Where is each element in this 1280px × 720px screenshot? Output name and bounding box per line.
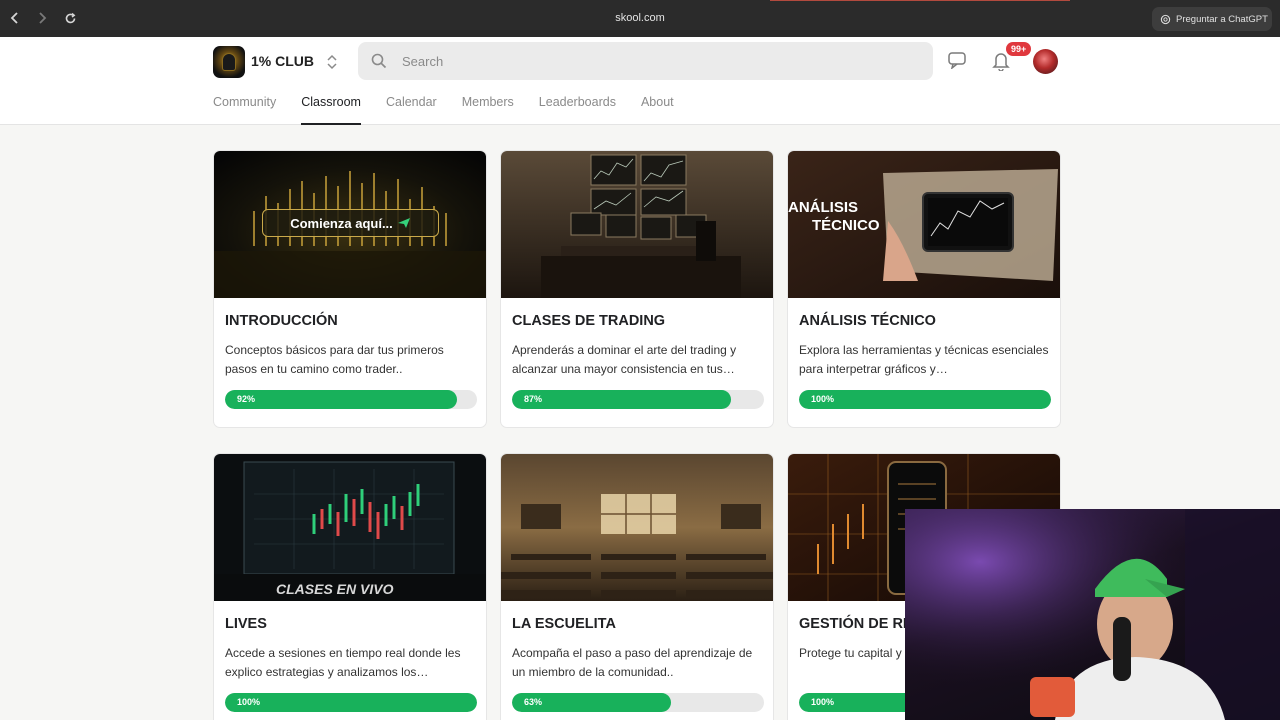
course-thumbnail — [501, 454, 773, 601]
course-title: ANÁLISIS TÉCNICO — [799, 313, 936, 329]
comienza-aqui-text: Comienza aquí... — [290, 215, 393, 231]
course-title: INTRODUCCIÓN — [225, 313, 338, 329]
comienza-aqui-banner: Comienza aquí... — [262, 209, 439, 237]
progress-fill — [799, 390, 1051, 409]
chatgpt-icon — [1160, 14, 1171, 24]
reload-icon[interactable] — [61, 9, 79, 27]
course-card-la-escuelita[interactable]: LA ESCUELITA Acompaña el paso a paso del… — [500, 453, 774, 720]
course-thumbnail — [501, 151, 773, 298]
ask-chatgpt-button[interactable]: Preguntar a ChatGPT — [1152, 7, 1272, 31]
course-description: Aprenderás a dominar el arte del trading… — [512, 343, 737, 376]
course-description: Acompaña el paso a paso del aprendizaje … — [512, 646, 753, 679]
browser-toolbar: skool.com Preguntar a ChatGPT — [0, 0, 1280, 37]
course-title: LIVES — [225, 616, 267, 632]
progress-label: 100% — [237, 697, 261, 707]
tab-members[interactable]: Members — [462, 94, 514, 125]
search-bar[interactable] — [358, 42, 933, 80]
address-bar[interactable]: skool.com — [0, 12, 1280, 24]
tab-about[interactable]: About — [641, 94, 674, 125]
course-card-introduccion[interactable]: Comienza aquí... INTRODUCCIÓN Conceptos … — [213, 150, 487, 428]
club-logo[interactable] — [213, 46, 245, 78]
progress-fill — [512, 390, 732, 409]
search-icon — [371, 53, 387, 69]
tab-classroom[interactable]: Classroom — [301, 94, 361, 125]
course-title: LA ESCUELITA — [512, 616, 616, 632]
course-thumbnail: CLASES EN VIVO — [214, 454, 486, 601]
course-card-clases-de-trading[interactable]: CLASES DE TRADING Aprenderás a dominar e… — [500, 150, 774, 428]
bell-icon[interactable] — [992, 51, 1010, 76]
course-thumbnail: Comienza aquí... — [214, 151, 486, 298]
progress-fill — [225, 390, 457, 409]
course-progress-bar: 100% — [799, 390, 1051, 409]
tab-leaderboards[interactable]: Leaderboards — [539, 94, 616, 125]
progress-label: 100% — [811, 697, 835, 707]
course-card-analisis-tecnico[interactable]: ANÁLISIS TÉCNICO ANÁLISIS TÉCNICO Explor… — [787, 150, 1061, 428]
course-description: Accede a sesiones en tiempo real donde l… — [225, 646, 461, 679]
search-input[interactable] — [402, 42, 902, 80]
notification-badge: 99+ — [1006, 42, 1032, 56]
analisis-banner-line1: ANÁLISIS — [788, 199, 859, 216]
course-title: GESTIÓN DE RI — [799, 616, 907, 632]
chevron-up-down-icon[interactable] — [326, 53, 338, 71]
loading-indicator — [770, 0, 1070, 1]
site-header: 1% CLUB 99+ Community Classroom Calendar… — [0, 37, 1280, 125]
avatar[interactable] — [1033, 49, 1058, 74]
ask-chatgpt-label: Preguntar a ChatGPT — [1176, 13, 1268, 25]
progress-fill — [225, 693, 477, 712]
chat-icon[interactable] — [947, 51, 967, 74]
course-progress-bar: 87% — [512, 390, 764, 409]
back-arrow-icon[interactable] — [6, 9, 24, 27]
webcam-overlay — [905, 509, 1280, 720]
analisis-banner-line2: TÉCNICO — [812, 217, 880, 234]
progress-label: 87% — [524, 394, 543, 404]
progress-label: 100% — [811, 394, 835, 404]
course-description: Conceptos básicos para dar tus primeros … — [225, 343, 444, 376]
course-thumbnail: ANÁLISIS TÉCNICO — [788, 151, 1060, 298]
send-arrow-icon — [397, 218, 410, 228]
course-progress-bar: 100% — [225, 693, 477, 712]
forward-arrow-icon[interactable] — [33, 9, 51, 27]
tab-calendar[interactable]: Calendar — [386, 94, 437, 125]
course-title: CLASES DE TRADING — [512, 313, 666, 329]
course-progress-bar: 63% — [512, 693, 764, 712]
course-description: Explora las herramientas y técnicas esen… — [799, 343, 1049, 376]
progress-label: 92% — [237, 394, 256, 404]
community-nav-tabs: Community Classroom Calendar Members Lea… — [213, 94, 674, 125]
clases-en-vivo-banner: CLASES EN VIVO — [276, 581, 394, 597]
progress-label: 63% — [524, 697, 543, 707]
course-card-lives[interactable]: CLASES EN VIVO LIVES Accede a sesiones e… — [213, 453, 487, 720]
club-name[interactable]: 1% CLUB — [251, 53, 314, 69]
tab-community[interactable]: Community — [213, 94, 276, 125]
course-progress-bar: 92% — [225, 390, 477, 409]
